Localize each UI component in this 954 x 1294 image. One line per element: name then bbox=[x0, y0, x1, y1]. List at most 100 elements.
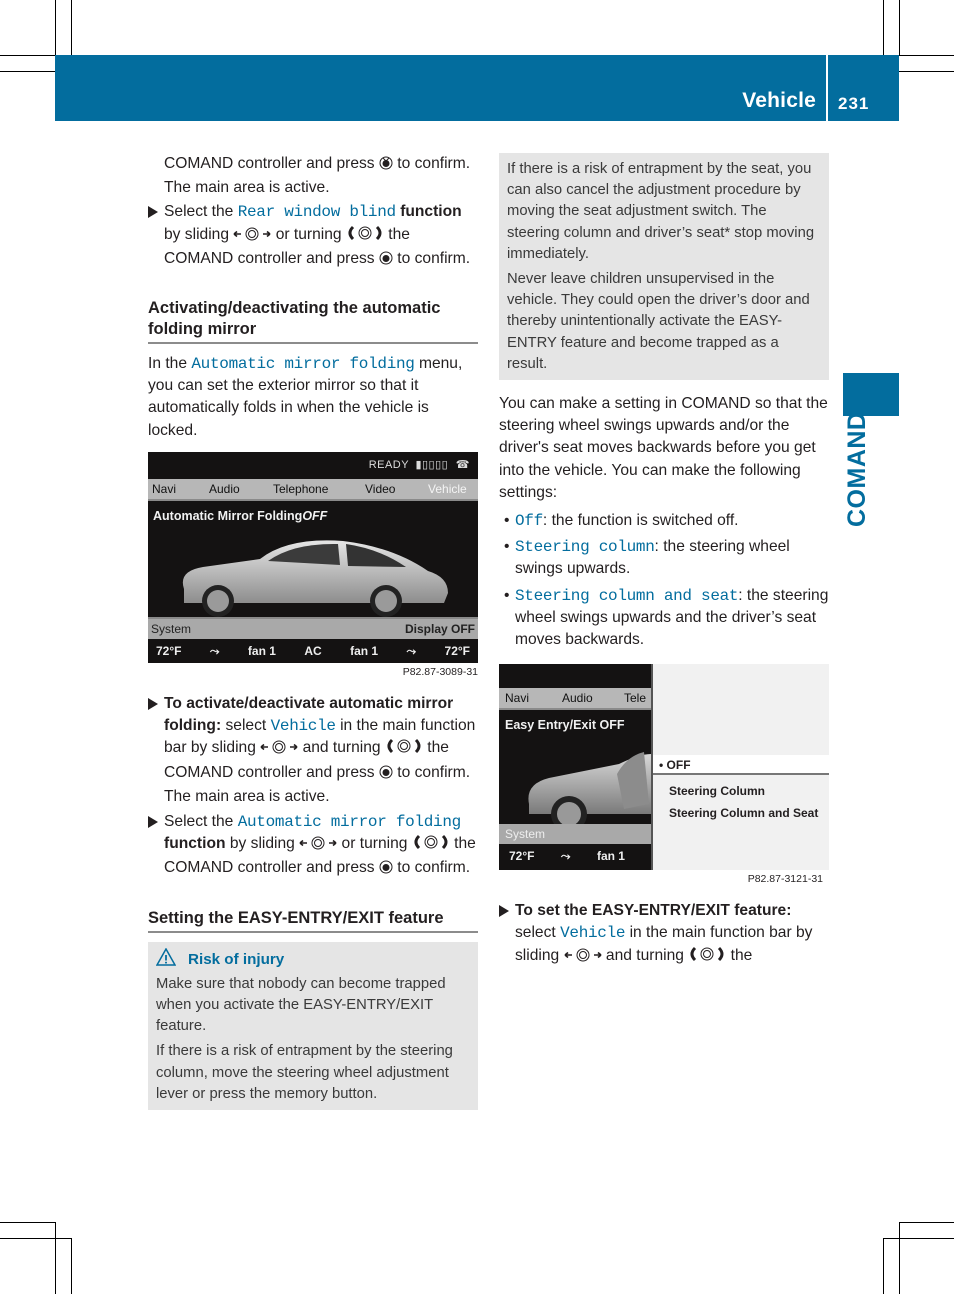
crop-mark bbox=[899, 71, 954, 72]
comand-screenshot-easy-entry: Navi Audio Tele Easy Entry/Exit OFF Syst… bbox=[499, 664, 829, 871]
screen2-menu-item-steering-column-and-seat[interactable]: Steering Column and Seat bbox=[669, 802, 818, 824]
turn-controller-icon bbox=[385, 738, 423, 761]
menu-item-off: Off bbox=[515, 512, 543, 531]
screen2-title: Easy Entry/Exit OFF bbox=[505, 718, 625, 733]
crop-mark bbox=[883, 1238, 954, 1239]
figure-id: P82.87-3089-31 bbox=[402, 666, 478, 679]
step-rear-window-blind: Select the Rear window blind function by… bbox=[148, 201, 478, 272]
screen2-nav-tele: Tele bbox=[624, 691, 647, 706]
warning-title: Risk of injury bbox=[155, 947, 470, 972]
step-arrow-icon bbox=[148, 206, 158, 219]
menu-item-automatic-mirror-folding: Automatic mirror folding bbox=[191, 355, 415, 374]
crop-mark bbox=[899, 0, 900, 55]
warning-box-continued: If there is a risk of entrapment by the … bbox=[499, 153, 829, 381]
step-set-easy-entry: To set the EASY-ENTRY/EXIT feature: sele… bbox=[499, 900, 829, 969]
step-select-mirror-folding: Select the Automatic mirror folding func… bbox=[148, 811, 478, 882]
step-arrow-icon bbox=[499, 905, 509, 918]
car-side-illustration bbox=[182, 540, 448, 618]
section-title: Vehicle bbox=[742, 89, 816, 112]
screen-nav-telephone: Telephone bbox=[273, 481, 329, 496]
intro-continuation: COMAND controller and press to confirm. … bbox=[164, 155, 471, 197]
option-off: Off: the function is switched off. bbox=[499, 510, 829, 532]
screen-nav-video: Video bbox=[365, 481, 396, 496]
seat-heat-icon: ⤳ bbox=[209, 643, 220, 658]
menu-item-steering-column: Steering column bbox=[515, 538, 655, 557]
crop-mark bbox=[71, 0, 72, 55]
screen-status-bar: READY ▮▯▯▯▯ ☎ bbox=[368, 458, 470, 471]
screen-climate-bar: 72°F ⤳ fan 1 AC fan 1 ⤳ 72°F bbox=[148, 639, 478, 664]
crop-mark bbox=[55, 0, 56, 55]
fan-level-left: fan 1 bbox=[247, 643, 276, 658]
crop-mark bbox=[0, 1238, 71, 1239]
menu-item-steering-column-and-seat: Steering column and seat bbox=[515, 586, 739, 605]
press-controller-icon bbox=[379, 155, 393, 177]
slide-controller-icon bbox=[260, 739, 298, 761]
screen-system-bar: System Display OFF bbox=[148, 617, 478, 640]
turn-controller-icon bbox=[346, 225, 384, 248]
slide-controller-icon bbox=[299, 835, 337, 857]
temp-left: 72°F bbox=[509, 849, 535, 864]
heading-easy-entry-exit: Setting the EASY-ENTRY/EXIT feature bbox=[148, 908, 478, 933]
screen2-menu-item-steering-column[interactable]: Steering Column bbox=[669, 780, 765, 802]
crop-mark bbox=[55, 1222, 56, 1294]
crop-mark bbox=[0, 1222, 55, 1223]
step-arrow-icon bbox=[148, 816, 158, 829]
screen-nav-vehicle: Vehicle bbox=[428, 481, 467, 496]
screen2-nav-navi: Navi bbox=[505, 691, 530, 706]
phone-icon: ☎ bbox=[455, 458, 470, 471]
screen2-main-function-bar: Navi Audio Tele bbox=[499, 688, 651, 711]
mirror-intro: In the Automatic mirror folding menu, yo… bbox=[148, 355, 463, 439]
car-open-door-illustration bbox=[528, 752, 651, 833]
warning-text: If there is a risk of entrapment by the … bbox=[156, 1043, 453, 1102]
screen2-nav-audio: Audio bbox=[562, 691, 593, 706]
fan-level-right: fan 1 bbox=[350, 643, 379, 658]
warning-text: If there is a risk of entrapment by the … bbox=[507, 161, 815, 262]
menu-item-vehicle: Vehicle bbox=[560, 924, 626, 943]
screen2-climate-bar: 72°F ⤳ fan 1 bbox=[499, 844, 651, 868]
crop-mark bbox=[899, 1222, 954, 1223]
screen2-menu-item-off[interactable]: • OFF bbox=[653, 755, 829, 776]
comand-screenshot-mirror-folding: READY ▮▯▯▯▯ ☎ Navi Audio Telephone Video… bbox=[148, 451, 478, 664]
warning-text: Never leave children unsupervised in the… bbox=[507, 271, 810, 372]
chapter-label: COMAND bbox=[843, 411, 871, 528]
screen-nav-navi: Navi bbox=[152, 481, 177, 496]
easy-entry-intro: You can make a setting in COMAND so that… bbox=[499, 395, 828, 501]
crop-mark bbox=[0, 55, 55, 56]
screen2-menu-panel: • OFF Steering Column Steering Column an… bbox=[653, 664, 829, 871]
warning-triangle-icon bbox=[155, 947, 177, 972]
warning-text: Make sure that nobody can become trapped… bbox=[156, 975, 446, 1035]
screen-system-label: System bbox=[151, 622, 192, 637]
screen2-left-panel: Navi Audio Tele Easy Entry/Exit OFF Syst… bbox=[499, 664, 651, 871]
turn-controller-icon bbox=[412, 834, 450, 857]
press-controller-icon bbox=[379, 250, 393, 272]
menu-item-vehicle: Vehicle bbox=[270, 717, 336, 736]
page-number: 231 bbox=[838, 94, 870, 113]
header-divider bbox=[826, 55, 828, 121]
temp-left: 72°F bbox=[156, 643, 182, 658]
screen-display-off: Display OFF bbox=[404, 622, 475, 637]
seat-heat-icon: ⤳ bbox=[406, 643, 417, 658]
figure-id: P82.87-3121-31 bbox=[747, 873, 823, 886]
heading-automatic-folding-mirror: Activating/deactivating the automatic fo… bbox=[148, 298, 478, 345]
crop-mark bbox=[0, 71, 55, 72]
screen-nav-audio: Audio bbox=[209, 481, 240, 496]
crop-mark bbox=[899, 55, 954, 56]
right-column: If there is a risk of entrapment by the … bbox=[499, 153, 829, 969]
crop-mark bbox=[883, 1238, 884, 1294]
temp-right: 72°F bbox=[444, 643, 470, 658]
ac-label: AC bbox=[304, 643, 322, 658]
press-controller-icon bbox=[379, 859, 393, 881]
fan-level: fan 1 bbox=[596, 849, 625, 864]
warning-box-risk-of-injury: Risk of injury Make sure that nobody can… bbox=[148, 941, 478, 1111]
screen2-system-bar: System bbox=[499, 824, 651, 845]
menu-item-automatic-mirror-folding: Automatic mirror folding bbox=[237, 813, 462, 832]
menu-item-rear-window-blind: Rear window blind bbox=[237, 203, 396, 222]
screen-title: Automatic Mirror FoldingOFF bbox=[153, 508, 328, 523]
step-activate-mirror-folding: To activate/deactivate automatic mirror … bbox=[148, 693, 478, 808]
slide-controller-icon bbox=[233, 226, 271, 248]
left-column: COMAND controller and press to confirm. … bbox=[148, 153, 478, 1111]
chapter-tab bbox=[843, 373, 899, 416]
crop-mark bbox=[899, 1222, 900, 1294]
turn-controller-icon bbox=[688, 946, 726, 969]
step-arrow-icon bbox=[148, 698, 158, 711]
